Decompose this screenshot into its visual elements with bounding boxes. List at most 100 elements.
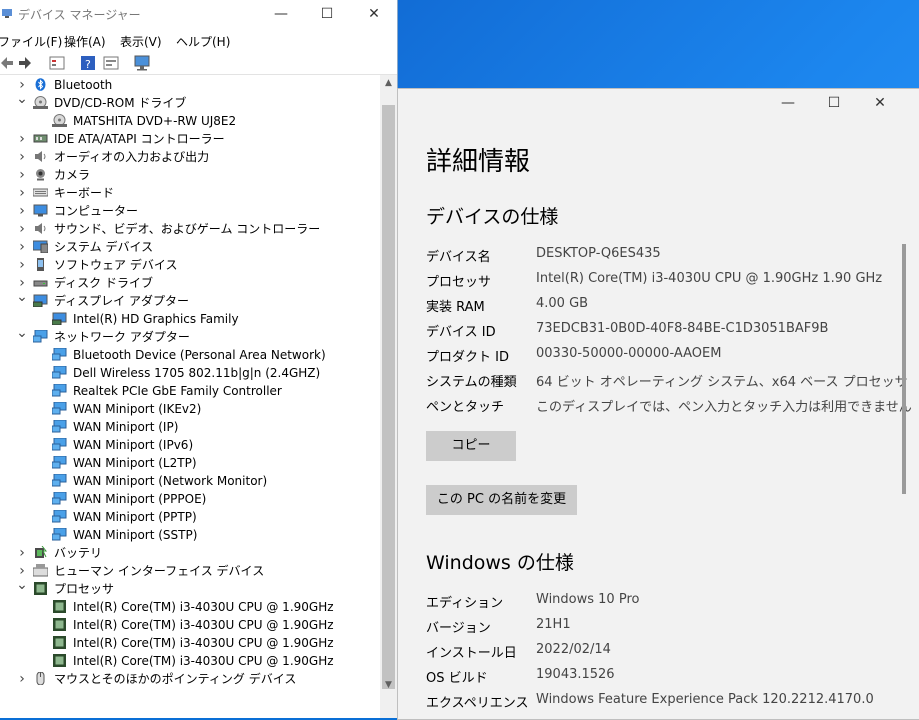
tree-category[interactable]: › Bluetooth [0,76,380,94]
spec-row: バージョン 21H1 [426,617,906,639]
about-close-button[interactable]: ✕ [857,89,903,119]
tree-category[interactable]: › マウスとそのほかのポインティング デバイス [0,670,380,688]
network-adapter-icon [32,329,48,343]
tree-device-item[interactable]: WAN Miniport (SSTP) [0,526,380,544]
about-maximize-button[interactable]: ☐ [811,89,857,119]
tree-category[interactable]: › バッテリ [0,544,380,562]
tree-device-item[interactable]: MATSHITA DVD+-RW UJ8E2 [0,112,380,130]
scroll-down-icon[interactable]: ▼ [380,677,397,694]
expand-chevron-icon[interactable]: › [16,256,28,274]
tree-category[interactable]: › ソフトウェア デバイス [0,256,380,274]
tree-item-label: キーボード [54,186,115,200]
back-arrow-icon[interactable] [0,54,14,72]
device-manager-icon [2,9,12,18]
tree-item-label: WAN Miniport (PPTP) [73,510,197,524]
display-adapter-icon [51,312,67,326]
tree-category[interactable]: ⌄ プロセッサ [0,577,380,598]
device-spec-heading: デバイスの仕様 [426,206,559,228]
network-adapter-icon [51,401,67,415]
collapse-chevron-icon[interactable]: ⌄ [16,576,28,594]
tree-device-item[interactable]: Intel(R) Core(TM) i3-4030U CPU @ 1.90GHz [0,634,380,652]
tree-category[interactable]: › サウンド、ビデオ、およびゲーム コントローラー [0,220,380,238]
tree-device-item[interactable]: WAN Miniport (Network Monitor) [0,472,380,490]
about-minimize-button[interactable]: — [765,89,811,119]
tree-category[interactable]: ⌄ DVD/CD-ROM ドライブ [0,91,380,112]
properties-view-icon[interactable] [48,54,66,72]
tree-category[interactable]: › IDE ATA/ATAPI コントローラー [0,130,380,148]
spec-value: 21H1 [536,617,571,632]
tree-category[interactable]: ⌄ ネットワーク アダプター [0,325,380,346]
expand-chevron-icon[interactable]: › [16,148,28,166]
expand-chevron-icon[interactable]: › [16,130,28,148]
tree-device-item[interactable]: WAN Miniport (IPv6) [0,436,380,454]
forward-arrow-icon[interactable] [18,54,32,72]
tree-item-label: ディスク ドライブ [54,276,153,290]
network-adapter-icon [51,455,67,469]
tree-device-item[interactable]: WAN Miniport (IP) [0,418,380,436]
tree-device-item[interactable]: Dell Wireless 1705 802.11b|g|n (2.4GHZ) [0,364,380,382]
tree-category[interactable]: › コンピューター [0,202,380,220]
tree-category[interactable]: › オーディオの入力および出力 [0,148,380,166]
window-title: デバイス マネージャー [18,8,141,22]
tree-item-label: プロセッサ [54,582,115,596]
update-driver-icon[interactable] [102,54,120,72]
tree-category[interactable]: ⌄ ディスプレイ アダプター [0,289,380,310]
tree-device-item[interactable]: Intel(R) Core(TM) i3-4030U CPU @ 1.90GHz [0,598,380,616]
expand-chevron-icon[interactable]: › [16,202,28,220]
software-device-icon [33,258,48,271]
expand-chevron-icon[interactable]: › [16,238,28,256]
tree-category[interactable]: › ディスク ドライブ [0,274,380,292]
about-title-bar: — ☐ ✕ [398,89,919,121]
expand-chevron-icon[interactable]: › [16,184,28,202]
collapse-chevron-icon[interactable]: ⌄ [16,324,28,342]
about-scrollbar[interactable] [902,244,906,494]
spec-key: ペンとタッチ [426,400,505,415]
tree-device-item[interactable]: WAN Miniport (PPTP) [0,508,380,526]
spec-value: このディスプレイでは、ペン入力とタッチ入力は利用できません [536,400,912,415]
tree-item-label: ヒューマン インターフェイス デバイス [54,564,265,578]
minimize-button[interactable]: — [258,0,304,30]
close-button[interactable]: ✕ [351,0,397,30]
tree-item-label: WAN Miniport (SSTP) [73,528,198,542]
camera-icon [33,168,48,181]
scroll-up-icon[interactable]: ▲ [380,75,397,92]
tree-scrollbar[interactable]: ▲ ▼ [380,75,397,718]
copy-button[interactable]: コピー [426,431,516,461]
tree-device-item[interactable]: WAN Miniport (L2TP) [0,454,380,472]
tree-category[interactable]: › カメラ [0,166,380,184]
tree-item-label: Intel(R) Core(TM) i3-4030U CPU @ 1.90GHz [73,600,334,614]
maximize-button[interactable]: ☐ [304,0,350,30]
rename-pc-button[interactable]: この PC の名前を変更 [426,485,577,515]
collapse-chevron-icon[interactable]: ⌄ [16,288,28,306]
tree-category[interactable]: › システム デバイス [0,238,380,256]
expand-chevron-icon[interactable]: › [16,544,28,562]
network-adapter-icon [51,383,67,397]
menu-view[interactable]: 表示(V) [120,33,162,50]
menu-file[interactable]: ファイル(F) [0,33,62,50]
tree-category[interactable]: › キーボード [0,184,380,202]
tree-device-item[interactable]: Intel(R) HD Graphics Family [0,310,380,328]
help-icon[interactable]: ? [80,54,96,72]
network-adapter-icon [51,491,67,505]
expand-chevron-icon[interactable]: › [16,166,28,184]
spec-value: DESKTOP-Q6ES435 [536,246,661,261]
tree-item-label: WAN Miniport (PPPOE) [73,492,207,506]
tree-device-item[interactable]: Bluetooth Device (Personal Area Network) [0,346,380,364]
tree-item-label: WAN Miniport (Network Monitor) [73,474,268,488]
tree-device-item[interactable]: Realtek PCIe GbE Family Controller [0,382,380,400]
tree-device-item[interactable]: Intel(R) Core(TM) i3-4030U CPU @ 1.90GHz [0,616,380,634]
scan-hardware-icon[interactable] [132,54,152,72]
menu-action[interactable]: 操作(A) [64,33,106,50]
disk-drive-icon [33,276,48,289]
collapse-chevron-icon[interactable]: ⌄ [16,90,28,108]
tree-category[interactable]: › ヒューマン インターフェイス デバイス [0,562,380,580]
expand-chevron-icon[interactable]: › [16,220,28,238]
menu-help[interactable]: ヘルプ(H) [176,33,230,50]
expand-chevron-icon[interactable]: › [16,670,28,688]
tree-device-item[interactable]: WAN Miniport (IKEv2) [0,400,380,418]
scrollbar-thumb[interactable] [382,105,395,689]
tree-device-item[interactable]: WAN Miniport (PPPOE) [0,490,380,508]
spec-value: 64 ビット オペレーティング システム、x64 ベース プロセッサ [536,375,908,390]
tree-item-label: Intel(R) Core(TM) i3-4030U CPU @ 1.90GHz [73,618,334,632]
tree-device-item[interactable]: Intel(R) Core(TM) i3-4030U CPU @ 1.90GHz [0,652,380,670]
